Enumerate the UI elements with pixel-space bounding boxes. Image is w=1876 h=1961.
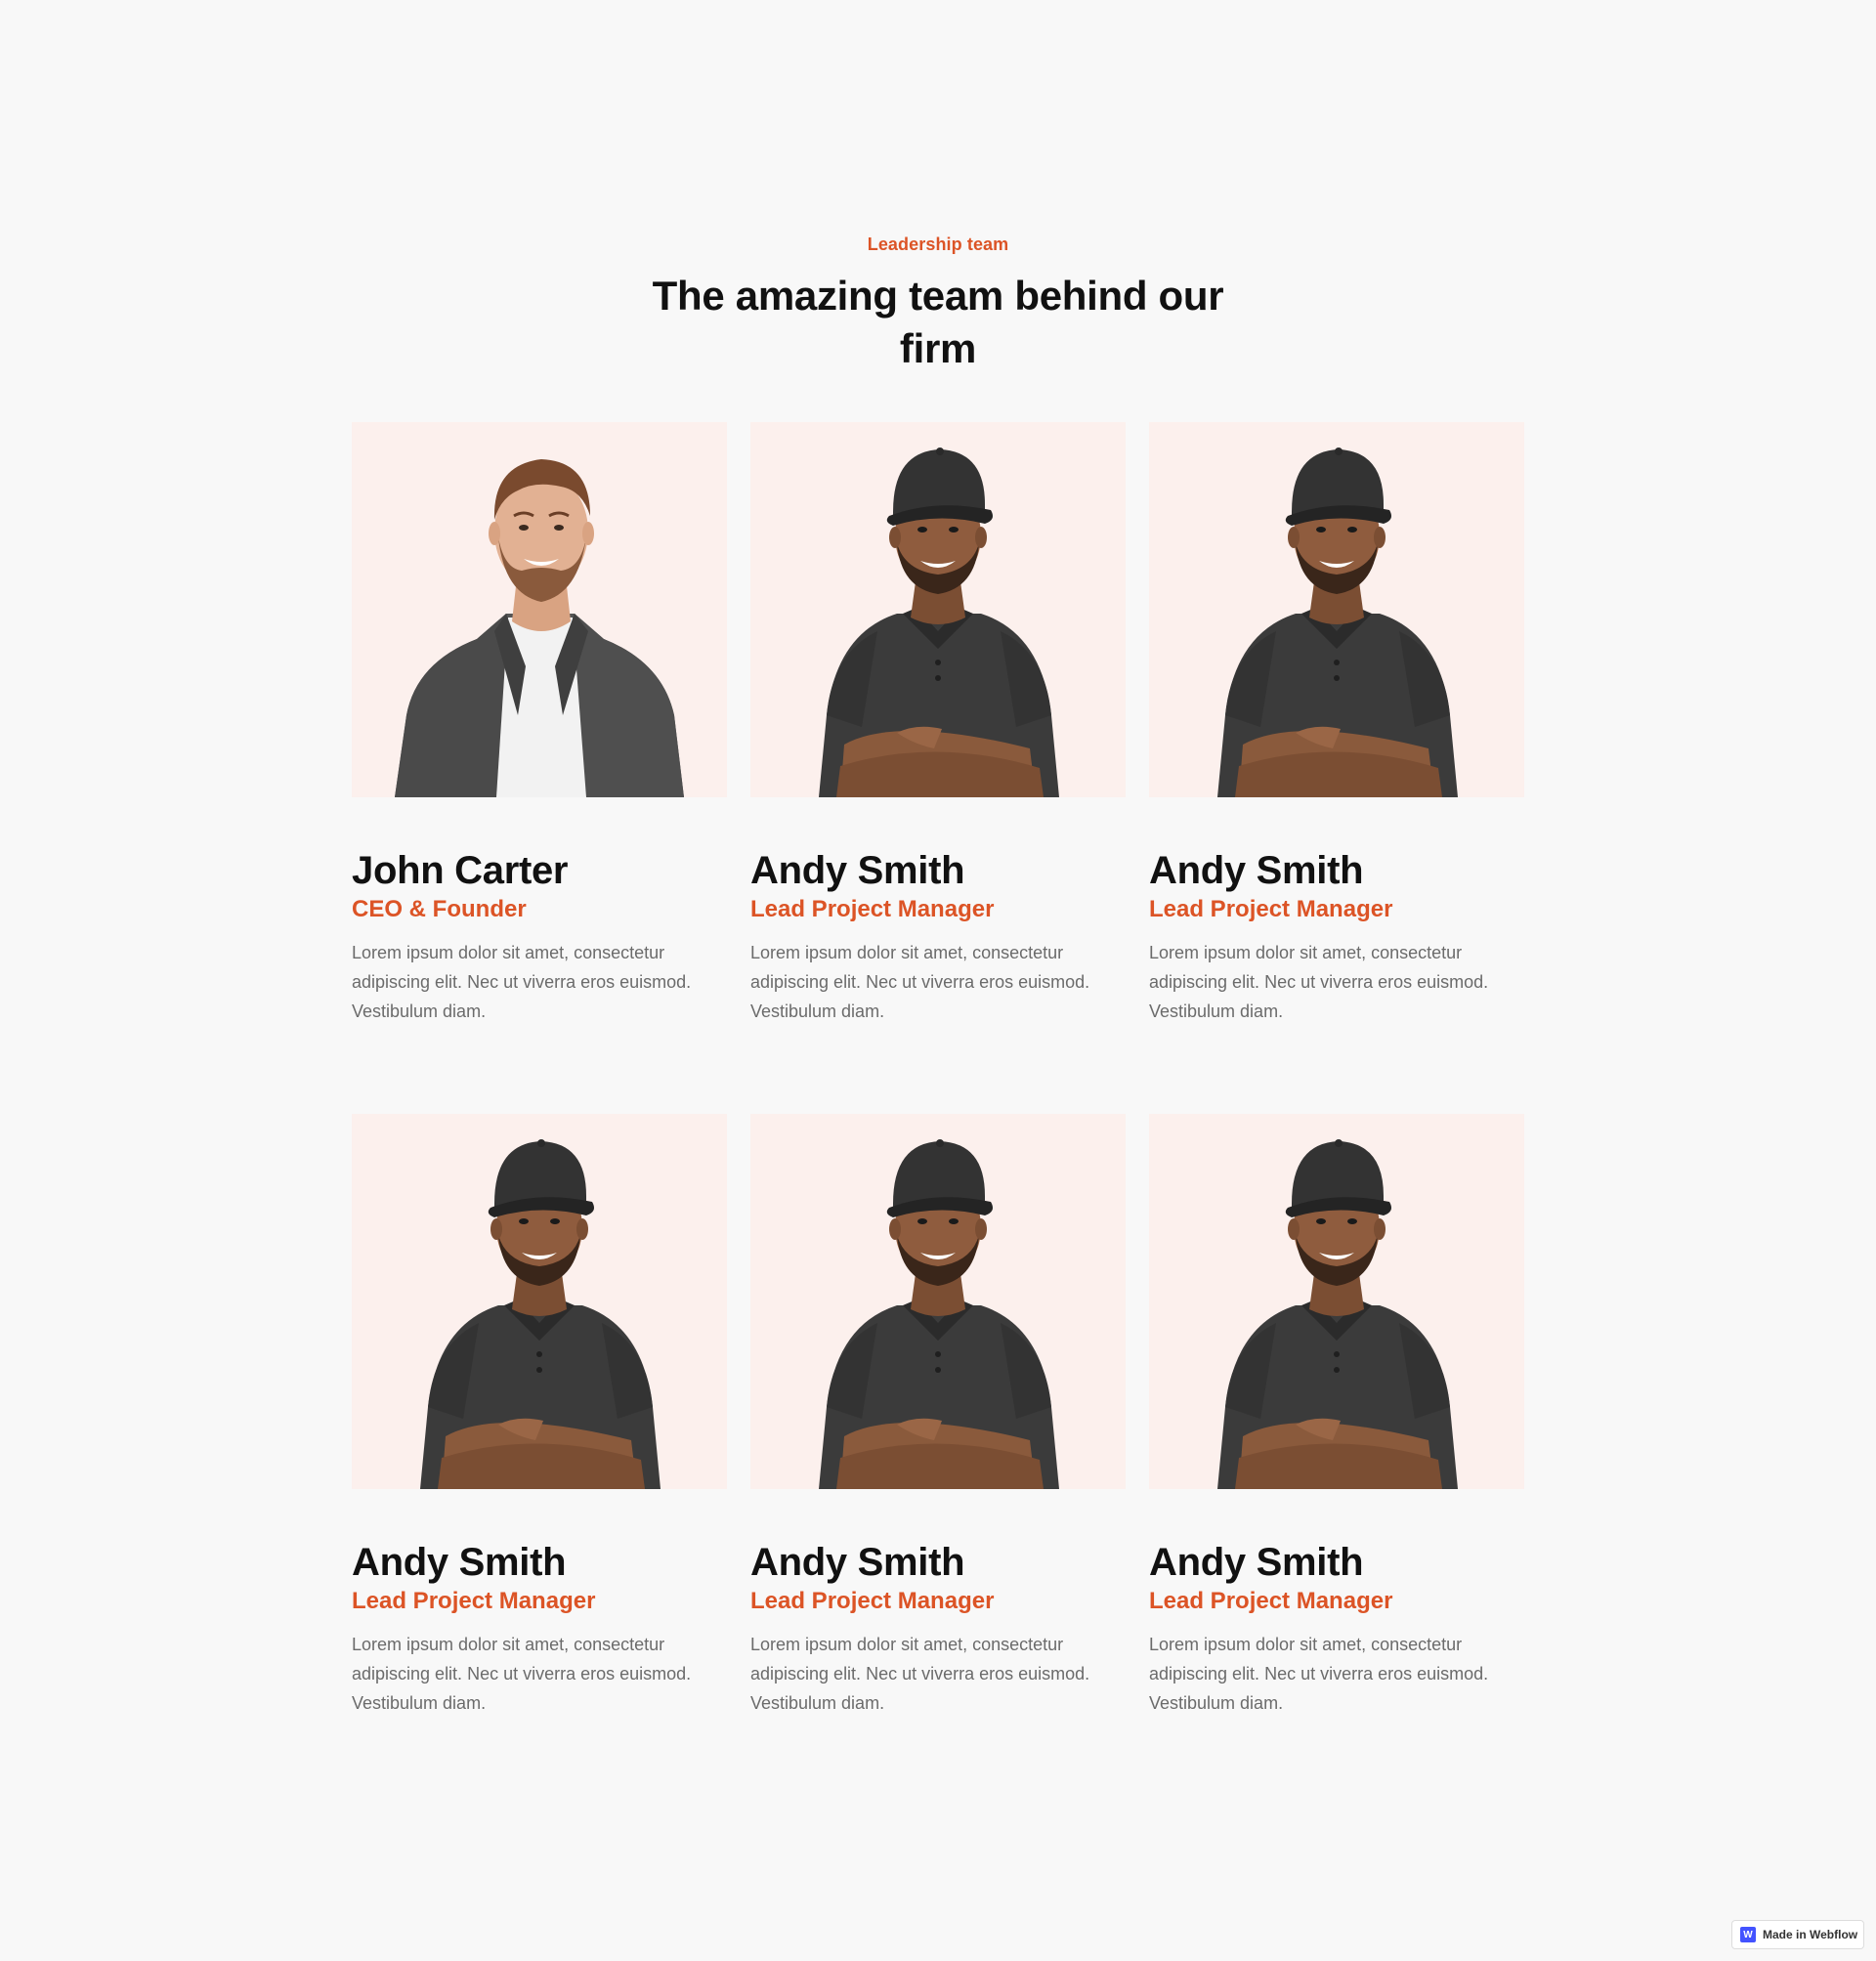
section-title: The amazing team behind our firm [652,273,1224,371]
team-member-name: Andy Smith [750,1541,965,1584]
team-member-bio: Lorem ipsum dolor sit amet, consectetur … [1149,1635,1489,1713]
made-in-webflow-badge[interactable]: W Made in Webflow [1731,1920,1864,1949]
team-member-role: CEO & Founder [352,896,527,922]
team-card: John Carter CEO & Founder Lorem ipsum do… [352,422,727,1021]
team-member-bio: Lorem ipsum dolor sit amet, consectetur … [352,1635,692,1713]
team-member-photo [750,422,1126,797]
webflow-logo-icon: W [1740,1927,1756,1942]
team-member-photo [352,422,727,797]
team-member-photo [1149,1114,1524,1489]
team-section: Leadership team The amazing team behind … [0,0,1876,1961]
team-member-photo [750,1114,1126,1489]
team-member-role: Lead Project Manager [1149,896,1393,922]
team-member-role: Lead Project Manager [352,1588,596,1614]
badge-label: Made in Webflow [1763,1928,1858,1941]
team-member-name: Andy Smith [352,1541,567,1584]
team-member-photo [352,1114,727,1489]
team-card: Andy Smith Lead Project Manager Lorem ip… [1149,422,1524,1021]
team-card: Andy Smith Lead Project Manager Lorem ip… [750,1114,1126,1713]
team-member-role: Lead Project Manager [1149,1588,1393,1614]
team-member-name: Andy Smith [1149,849,1364,892]
team-member-role: Lead Project Manager [750,896,995,922]
team-card: Andy Smith Lead Project Manager Lorem ip… [1149,1114,1524,1713]
team-member-bio: Lorem ipsum dolor sit amet, consectetur … [1149,943,1489,1021]
team-member-name: John Carter [352,849,569,892]
team-member-name: Andy Smith [750,849,965,892]
team-member-photo [1149,422,1524,797]
section-eyebrow: Leadership team [867,234,1009,254]
team-member-bio: Lorem ipsum dolor sit amet, consectetur … [352,943,692,1021]
team-member-bio: Lorem ipsum dolor sit amet, consectetur … [750,943,1090,1021]
team-member-name: Andy Smith [1149,1541,1364,1584]
team-member-bio: Lorem ipsum dolor sit amet, consectetur … [750,1635,1090,1713]
team-card: Andy Smith Lead Project Manager Lorem ip… [750,422,1126,1021]
team-card: Andy Smith Lead Project Manager Lorem ip… [352,1114,727,1713]
team-member-role: Lead Project Manager [750,1588,995,1614]
